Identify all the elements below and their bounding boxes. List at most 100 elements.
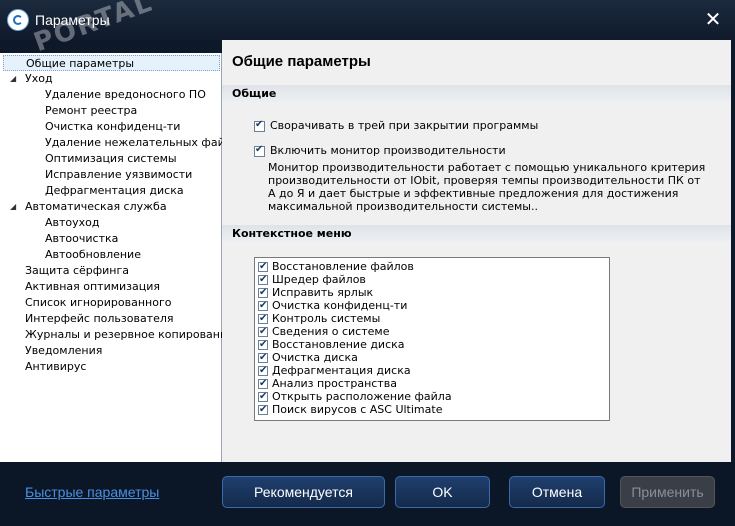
context-checkbox[interactable] bbox=[258, 377, 268, 390]
context-checkbox[interactable] bbox=[258, 338, 268, 351]
list-item[interactable]: Поиск вирусов с ASC Ultimate bbox=[258, 403, 442, 416]
expand-triangle-icon[interactable]: ◢ bbox=[10, 71, 16, 87]
tree-item-vulnerability[interactable]: Исправление уязвимости bbox=[45, 167, 192, 183]
section-context-menu: Контекстное меню bbox=[222, 225, 731, 243]
context-checkbox[interactable] bbox=[258, 364, 268, 377]
app-logo-icon bbox=[7, 9, 29, 31]
settings-tree: Общие параметры ◢ Уход Удаление вредоносн… bbox=[0, 53, 245, 462]
tree-item-optimize[interactable]: Оптимизация системы bbox=[45, 151, 177, 167]
minimize-to-tray-option[interactable]: Сворачивать в трей при закрытии программ… bbox=[254, 119, 538, 132]
context-checkbox[interactable] bbox=[258, 403, 268, 416]
settings-panel: Общие параметры Общие Сворачивать в трей… bbox=[222, 40, 731, 462]
list-item[interactable]: Восстановление файлов bbox=[258, 260, 414, 273]
list-item[interactable]: Очистка диска bbox=[258, 351, 358, 364]
tree-item-auto-service[interactable]: ◢ Автоматическая служба bbox=[0, 199, 167, 215]
context-checkbox[interactable] bbox=[258, 286, 268, 299]
list-item-label: Очистка диска bbox=[272, 351, 358, 364]
context-checkbox[interactable] bbox=[258, 325, 268, 338]
tree-item-logs-backup[interactable]: Журналы и резервное копирование bbox=[25, 327, 234, 343]
context-menu-list: Восстановление файлов Шредер файлов Испр… bbox=[254, 257, 610, 421]
list-item[interactable]: Исправить ярлык bbox=[258, 286, 373, 299]
tree-item-label: Ремонт реестра bbox=[45, 104, 138, 117]
tree-item-label: Интерфейс пользователя bbox=[25, 312, 174, 325]
watermark: PORTAL bbox=[30, 0, 158, 59]
tree-item-notifications[interactable]: Уведомления bbox=[25, 343, 102, 359]
tree-item-label: Защита сёрфинга bbox=[25, 264, 130, 277]
apply-button[interactable]: Применить bbox=[620, 476, 715, 508]
tree-item-active-optimization[interactable]: Активная оптимизация bbox=[25, 279, 160, 295]
list-item[interactable]: Контроль системы bbox=[258, 312, 380, 325]
tree-item-ui[interactable]: Интерфейс пользователя bbox=[25, 311, 174, 327]
list-item[interactable]: Анализ пространства bbox=[258, 377, 397, 390]
perf-monitor-description: Монитор производительности работает с по… bbox=[268, 161, 706, 213]
tree-item-antivirus[interactable]: Антивирус bbox=[25, 359, 86, 375]
window-title: Параметры bbox=[35, 12, 110, 28]
tree-item-label: Удаление вредоносного ПО bbox=[45, 88, 206, 101]
footer-bar: Быстрые параметры Рекомендуется OK Отмен… bbox=[0, 462, 735, 526]
tree-item-defrag[interactable]: Дефрагментация диска bbox=[45, 183, 184, 199]
list-item[interactable]: Очистка конфиденц-ти bbox=[258, 299, 407, 312]
tree-item-label: Автообновление bbox=[45, 248, 141, 261]
close-button[interactable]: ✕ bbox=[703, 9, 723, 29]
option-label: Сворачивать в трей при закрытии программ… bbox=[270, 119, 539, 132]
tree-item-label: Список игнорированного bbox=[25, 296, 172, 309]
context-checkbox[interactable] bbox=[258, 260, 268, 273]
tree-item-label: Автоочистка bbox=[45, 232, 119, 245]
tree-item-surfing[interactable]: Защита сёрфинга bbox=[25, 263, 129, 279]
list-item-label: Анализ пространства bbox=[272, 377, 397, 390]
tree-item-privacy[interactable]: Очистка конфиденц-ти bbox=[45, 119, 180, 135]
minimize-to-tray-checkbox[interactable] bbox=[254, 119, 265, 132]
perf-monitor-checkbox[interactable] bbox=[254, 144, 265, 157]
list-item[interactable]: Восстановление диска bbox=[258, 338, 405, 351]
list-item-label: Восстановление диска bbox=[272, 338, 405, 351]
context-checkbox[interactable] bbox=[258, 390, 268, 403]
tree-item-label: Активная оптимизация bbox=[25, 280, 161, 293]
quick-settings-link[interactable]: Быстрые параметры bbox=[25, 484, 159, 500]
page-title: Общие параметры bbox=[232, 53, 371, 70]
list-item-label: Дефрагментация диска bbox=[272, 364, 411, 377]
context-checkbox[interactable] bbox=[258, 312, 268, 325]
tree-item-autoclean[interactable]: Автоочистка bbox=[45, 231, 118, 247]
list-item-label: Поиск вирусов с ASC Ultimate bbox=[272, 403, 443, 416]
tree-item-general[interactable]: Общие параметры bbox=[3, 55, 220, 71]
tree-item-label: Оптимизация системы bbox=[45, 152, 177, 165]
ok-button[interactable]: OK bbox=[395, 476, 490, 508]
tree-item-label: Уведомления bbox=[25, 344, 103, 357]
list-item[interactable]: Шредер файлов bbox=[258, 273, 366, 286]
cancel-button[interactable]: Отмена bbox=[509, 476, 605, 508]
tree-item-label: Удаление нежелательных файлов bbox=[45, 136, 245, 149]
list-item-label: Восстановление файлов bbox=[272, 260, 414, 273]
tree-item-label: Автоматическая служба bbox=[25, 200, 167, 213]
perf-monitor-option[interactable]: Включить монитор производительности bbox=[254, 144, 506, 157]
tree-item-autocare[interactable]: Автоуход bbox=[45, 215, 100, 231]
tree-item-autoupdate[interactable]: Автообновление bbox=[45, 247, 141, 263]
list-item-label: Исправить ярлык bbox=[272, 286, 374, 299]
context-checkbox[interactable] bbox=[258, 299, 268, 312]
tree-item-label: Очистка конфиденц-ти bbox=[45, 120, 181, 133]
list-item-label: Очистка конфиденц-ти bbox=[272, 299, 408, 312]
list-item-label: Контроль системы bbox=[272, 312, 381, 325]
list-item[interactable]: Дефрагментация диска bbox=[258, 364, 411, 377]
tree-item-care[interactable]: ◢ Уход bbox=[0, 71, 53, 87]
tree-item-label: Дефрагментация диска bbox=[45, 184, 184, 197]
recommended-button[interactable]: Рекомендуется bbox=[222, 476, 385, 508]
title-bar: Параметры PORTAL ✕ bbox=[0, 0, 735, 58]
tree-item-label: Общие параметры bbox=[26, 57, 135, 70]
context-checkbox[interactable] bbox=[258, 351, 268, 364]
tree-item-label: Журналы и резервное копирование bbox=[25, 328, 234, 341]
context-checkbox[interactable] bbox=[258, 273, 268, 286]
option-label: Включить монитор производительности bbox=[270, 144, 506, 157]
expand-triangle-icon[interactable]: ◢ bbox=[10, 199, 16, 215]
tree-item-label: Антивирус bbox=[25, 360, 87, 373]
tree-item-label: Уход bbox=[25, 72, 53, 85]
tree-item-registry[interactable]: Ремонт реестра bbox=[45, 103, 137, 119]
list-item[interactable]: Открыть расположение файла bbox=[258, 390, 452, 403]
list-item-label: Шредер файлов bbox=[272, 273, 366, 286]
list-item[interactable]: Сведения о системе bbox=[258, 325, 389, 338]
tree-item-ignore-list[interactable]: Список игнорированного bbox=[25, 295, 171, 311]
tree-item-label: Автоуход bbox=[45, 216, 100, 229]
tree-item-junk-files[interactable]: Удаление нежелательных файлов bbox=[45, 135, 245, 151]
section-general: Общие bbox=[222, 85, 731, 103]
tree-item-malware[interactable]: Удаление вредоносного ПО bbox=[45, 87, 206, 103]
tree-item-label: Исправление уязвимости bbox=[45, 168, 193, 181]
